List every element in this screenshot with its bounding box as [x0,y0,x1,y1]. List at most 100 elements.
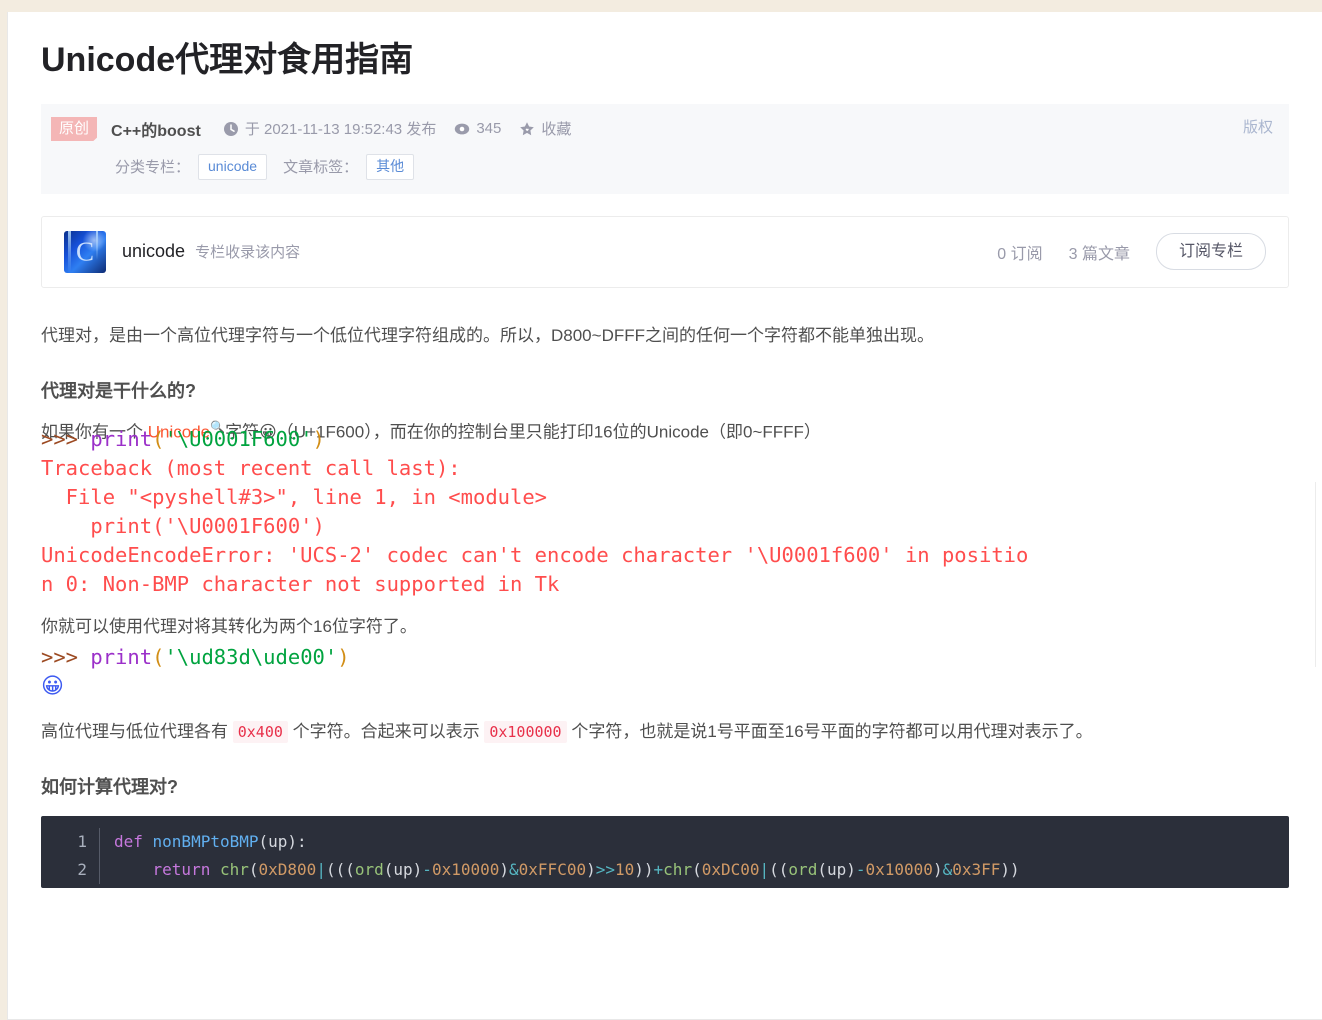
code-token: 0xD800 [258,859,317,879]
inline-code-0x400: 0x400 [232,720,288,743]
category-tag-unicode[interactable]: unicode [198,153,268,180]
column-stats: 0 订阅 3 篇文章 订阅专栏 [997,233,1266,271]
original-badge: 原创 [51,116,98,142]
console-line-4: print('\U0001F600') [41,514,325,539]
code-token: ord [354,859,384,879]
avatar-glyph: C [75,236,94,267]
column-note: 专栏收录该内容 [195,244,301,262]
code-token: - [422,859,432,879]
code-token: nonBMPtoBMP [152,831,259,851]
code-token: 0xFFC00 [518,859,587,879]
right-hairline-divider [1315,482,1316,667]
column-name[interactable]: unicode [122,241,185,262]
code-token: - [855,859,866,879]
console2-paren-close: ) [337,644,350,669]
code-token: ) [586,859,596,879]
category-label: 分类专栏： [115,159,191,177]
code-token: & [942,859,953,879]
p4-text-b: 个字符。合起来可以表示 [287,721,485,741]
console-prompt: >>> [41,427,91,452]
code-token: (( [769,859,789,879]
column-subscribers: 0 订阅 [997,245,1043,263]
code-token: | [759,859,770,879]
code-token: return [114,859,220,879]
eye-icon [454,121,470,137]
console-fn-print: print [90,427,153,452]
code-token: & [509,859,519,879]
code-token: ( [248,859,259,879]
code-line-number: 1 [77,831,87,851]
column-articles: 3 篇文章 [1068,245,1130,263]
console2-line-1: >>> print('\ud83d\ude00') [41,643,1289,672]
article-tag-other[interactable]: 其他 [366,153,415,180]
code-token: chr [663,859,693,879]
code-lines: 1 def nonBMPtoBMP(up): 2 return chr(0xD800… [41,827,1289,884]
code-token: | [316,859,326,879]
code-token: )) [1000,859,1020,879]
code-token: ) [499,859,510,879]
publish-time-text: 于 2021-11-13 19:52:43 发布 [244,121,437,139]
code-token: + [653,859,664,879]
code-line: 1 def nonBMPtoBMP(up): [41,827,1289,856]
view-count: 345 [454,120,501,137]
console2-paren-open: ( [152,644,165,669]
code-token: ord [788,859,818,879]
code-block-nonbmp-to-bmp[interactable]: 1 def nonBMPtoBMP(up): 2 return chr(0xD800… [41,815,1289,888]
code-token: ) [932,859,943,879]
console-string-literal: '\U0001F600' [164,427,313,452]
console-paren-close: ) [312,427,325,452]
page-title: Unicode代理对食用指南 [41,41,414,79]
p4-text-a: 高位代理与低位代理各有 [41,721,233,741]
code-token: 0x10000 [865,859,933,879]
console-line-5: UnicodeEncodeError: 'UCS-2' codec can't … [41,543,1029,568]
console-traceback: >>> print('\U0001F600') Traceback (most r… [41,425,1289,599]
article-meta-bar: 原创 C++的boost 于 2021-11-13 19:52:43 发布 34… [41,103,1289,194]
article-card: Unicode代理对食用指南 原创 C++的boost 于 2021-11-13… [7,12,1322,1020]
author-name[interactable]: C++的boost [111,117,201,141]
code-token: (up) [817,859,856,879]
console-line-3: File "<pyshell#3>", line 1, in <module> [41,485,548,510]
article-body: 代理对，是由一个高位代理字符与一个低位代理字符组成的。所以，D800~DFFF之… [41,320,1289,888]
console-paren-open: ( [152,427,165,452]
code-token: chr [219,859,249,879]
console-line-1: >>> print('\U0001F600') [41,425,1289,454]
subscribe-column-button[interactable]: 订阅专栏 [1155,233,1266,271]
page-root: Unicode代理对食用指南 原创 C++的boost 于 2021-11-13… [0,0,1322,1020]
collect-label: 收藏 [541,121,572,139]
console-line-6: n 0: Non-BMP character not supported in … [41,572,560,597]
code-line-number: 2 [77,859,87,879]
column-subscribe-box: C unicode 专栏收录该内容 0 订阅 3 篇文章 订阅专栏 [41,215,1289,288]
code-token: 10 [615,859,635,879]
console2-string-literal: '\ud83d\ude00' [164,644,338,669]
section-heading-what-is-surrogate-pair: 代理对是干什么的? [41,381,196,402]
p4-text-c: 个字符，也就是说1号平面至16号平面的字符都可以用代理对表示了。 [566,721,1093,741]
copyright-link[interactable]: 版权 [1243,116,1273,137]
console2-fn-print: print [90,644,153,669]
section-heading-how-to-compute: 如何计算代理对? [41,777,178,798]
code-token: def [114,831,153,851]
collect-action[interactable]: 收藏 [519,118,571,139]
console-line-2: Traceback (most recent call last): [41,456,461,481]
code-token: 0xDC00 [701,859,760,879]
publish-time: 于 2021-11-13 19:52:43 发布 [223,118,437,139]
code-token: 0x3FF [952,859,1001,879]
console2-output-emoji: 😀 [41,673,64,699]
tags-label: 文章标签： [283,159,359,177]
meta-row-primary: 原创 C++的boost 于 2021-11-13 19:52:43 发布 34… [51,114,1277,144]
clock-icon [223,121,239,137]
code-token: ((( [325,859,355,879]
code-line: 2 return chr(0xD800|(((ord(up)-0x10000)&… [41,855,1289,884]
code-line-content: return chr(0xD800|(((ord(up)-0x10000)&0x… [100,856,1020,884]
unicode-column-avatar-icon[interactable]: C [64,230,106,273]
inline-code-0x100000: 0x100000 [484,720,567,743]
console2-prompt: >>> [41,644,91,669]
console-surrogate-pair: >>> print('\ud83d\ude00') 😀 [41,643,1289,702]
code-token: (up) [383,859,423,879]
paragraph-counts: 高位代理与低位代理各有 0x400 个字符。合起来可以表示 0x100000 个… [41,716,1289,747]
code-token: (up): [258,831,307,851]
code-token: >> [595,859,615,879]
view-count-text: 345 [476,120,502,138]
code-token: ( [692,859,702,879]
paragraph-intro: 代理对，是由一个高位代理字符与一个低位代理字符组成的。所以，D800~DFFF之… [41,325,934,345]
star-icon [519,121,535,137]
